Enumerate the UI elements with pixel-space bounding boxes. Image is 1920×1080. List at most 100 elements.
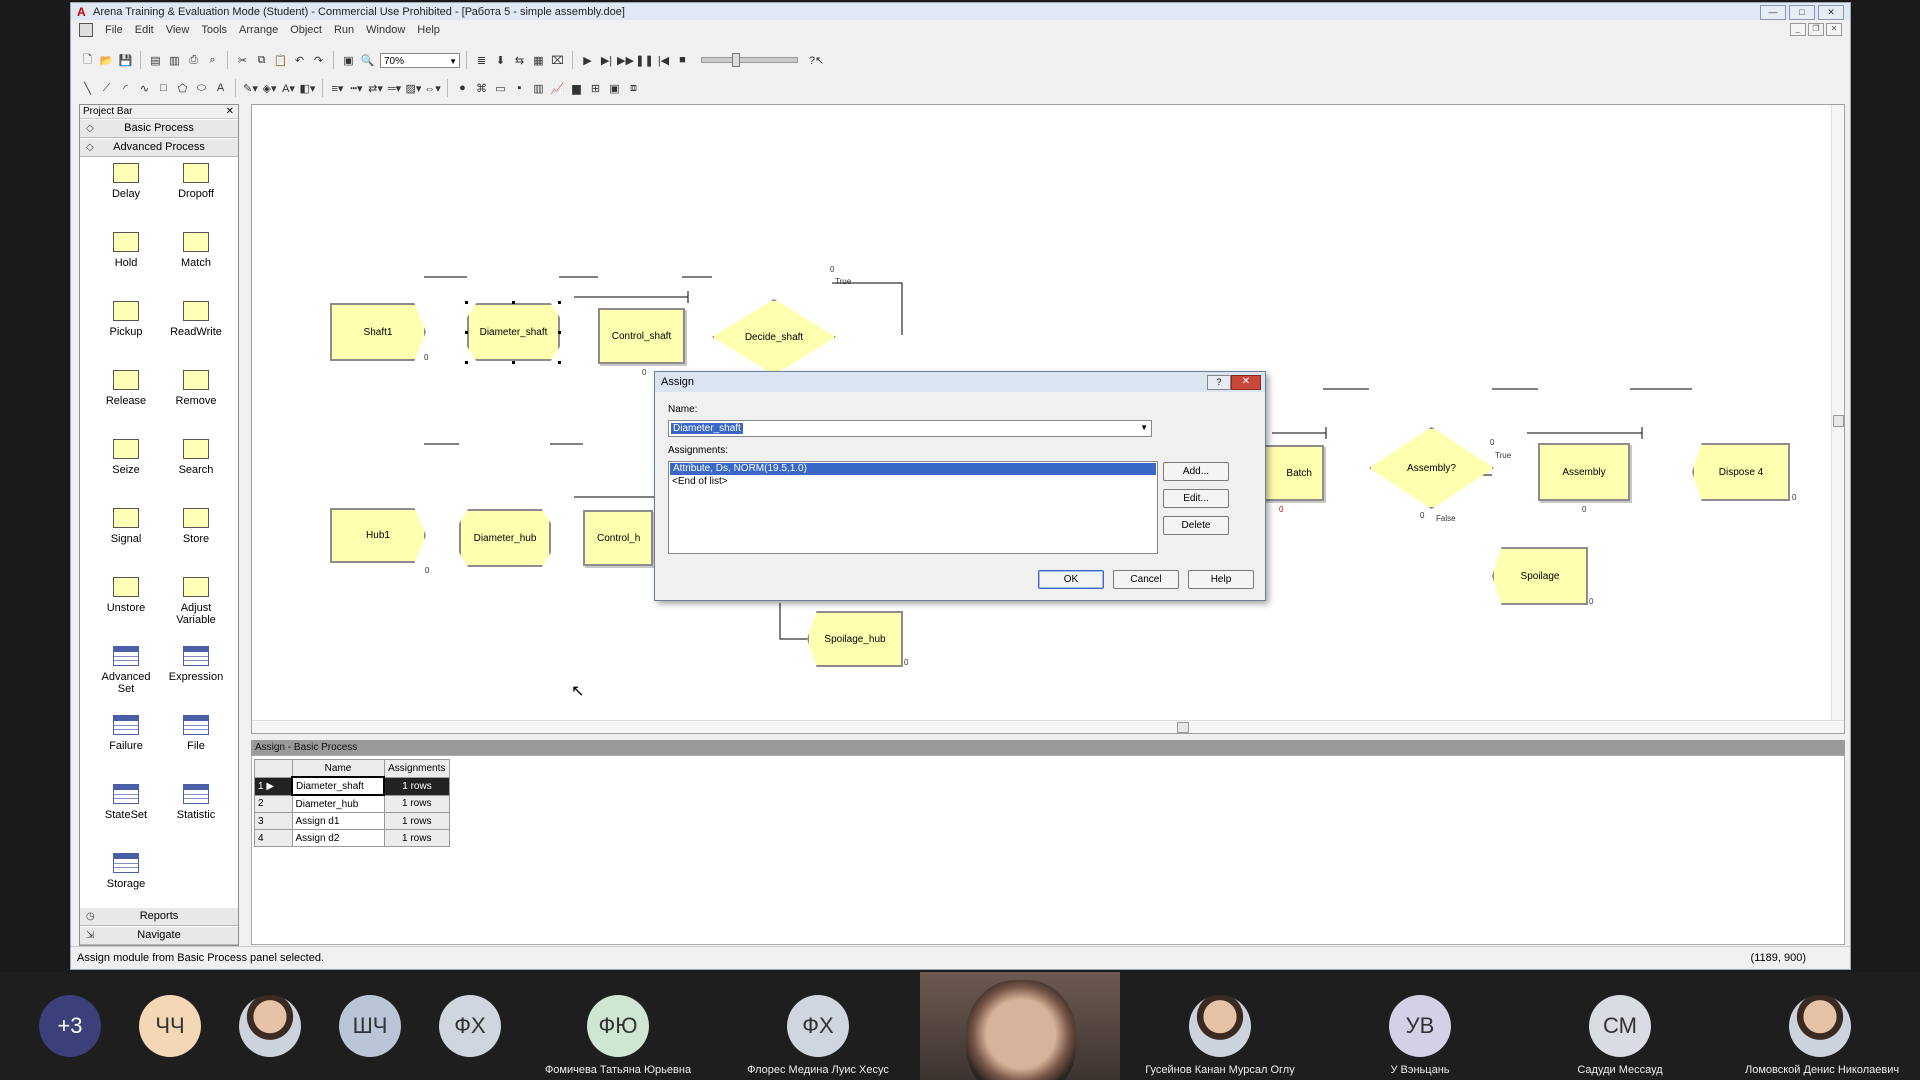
module-expression[interactable]: Expression — [162, 646, 230, 715]
assignments-cell[interactable]: 1 rows — [383, 812, 450, 830]
minimize-button[interactable]: — — [1760, 5, 1786, 20]
histogram-icon[interactable]: ▆ — [568, 80, 585, 97]
print-icon[interactable]: ⎙ — [185, 52, 202, 69]
menu-arrange[interactable]: Arrange — [233, 24, 284, 36]
panel-advanced-process[interactable]: ◇ Advanced Process — [80, 138, 238, 157]
canvas-vertical-scrollbar[interactable] — [1831, 105, 1844, 733]
save-icon[interactable]: 💾 — [117, 52, 134, 69]
arrow-down-icon[interactable]: ⬇ — [492, 52, 509, 69]
close-icon[interactable]: ✕ — [226, 105, 234, 118]
selection-handle[interactable] — [512, 361, 515, 364]
text-icon[interactable]: A — [212, 80, 229, 97]
selection-handle[interactable] — [558, 331, 561, 334]
menu-edit[interactable]: Edit — [129, 24, 160, 36]
context-help-icon[interactable]: ?↖ — [808, 52, 825, 69]
module-readwrite[interactable]: ReadWrite — [162, 301, 230, 370]
menu-run[interactable]: Run — [328, 24, 360, 36]
node-spoilage[interactable]: Spoilage — [1492, 547, 1588, 605]
participant-avatar[interactable]: ЧЧ — [139, 995, 201, 1057]
node-control-hub[interactable]: Control_h — [583, 510, 653, 566]
menu-view[interactable]: View — [160, 24, 196, 36]
assignments-cell[interactable]: 1 rows — [383, 794, 450, 813]
name-cell[interactable]: Diameter_shaft — [291, 776, 385, 796]
line-style-icon[interactable]: ┅▾ — [348, 80, 365, 97]
assignments-cell[interactable]: 1 rows — [383, 829, 450, 847]
open-icon[interactable]: 📂 — [98, 52, 115, 69]
fast-forward-icon[interactable]: ▶▶ — [617, 52, 634, 69]
zoom-icon[interactable]: 🔍 — [359, 52, 376, 69]
step-icon[interactable]: ▶| — [598, 52, 615, 69]
table-row[interactable]: 2 Diameter_hub 1 rows — [254, 794, 450, 813]
selection-handle[interactable] — [465, 361, 468, 364]
slider-thumb[interactable] — [732, 53, 740, 67]
mdi-close-button[interactable]: ✕ — [1826, 23, 1842, 36]
resource-icon[interactable]: ▣ — [606, 80, 623, 97]
arc-icon[interactable]: ◜ — [117, 80, 134, 97]
participant-photo-avatar[interactable] — [1189, 995, 1251, 1057]
background-color-icon[interactable]: ◧▾ — [299, 80, 316, 97]
module-statistic[interactable]: Statistic — [162, 784, 230, 853]
plot-icon[interactable]: ⊞ — [587, 80, 604, 97]
module-seize[interactable]: Seize — [92, 439, 160, 508]
pause-icon[interactable]: ❚❚ — [635, 52, 653, 69]
module-store[interactable]: Store — [162, 508, 230, 577]
template-detach-icon[interactable]: ▥ — [166, 52, 183, 69]
print-preview-icon[interactable]: ⌕ — [204, 52, 221, 69]
box-icon[interactable]: □ — [155, 80, 172, 97]
polygon-icon[interactable]: ⬠ — [174, 80, 191, 97]
fill-color-icon[interactable]: ◈▾ — [261, 80, 278, 97]
module-file[interactable]: File — [162, 715, 230, 784]
arrow-style-icon[interactable]: ⇄▾ — [367, 80, 384, 97]
delete-button[interactable]: Delete — [1163, 516, 1229, 535]
global-icon[interactable]: ⧈ — [625, 80, 642, 97]
submodel-icon[interactable]: ⌧ — [549, 52, 566, 69]
participant-photo-avatar[interactable] — [1789, 995, 1851, 1057]
animation-speed-slider[interactable] — [701, 53, 798, 67]
module-signal[interactable]: Signal — [92, 508, 160, 577]
maximize-button[interactable]: □ — [1789, 5, 1815, 20]
name-cell[interactable]: Assign d1 — [291, 812, 385, 830]
mdi-minimize-button[interactable]: _ — [1790, 23, 1806, 36]
name-cell[interactable]: Diameter_hub — [291, 794, 385, 813]
date-icon[interactable]: ▪ — [511, 80, 528, 97]
panel-reports[interactable]: ◷ Reports — [80, 907, 238, 926]
dialog-close-button[interactable]: ✕ — [1231, 375, 1261, 390]
node-diameter-shaft[interactable]: Diameter_shaft — [467, 303, 560, 361]
close-window-button[interactable]: ✕ — [1818, 5, 1844, 20]
participant-avatar[interactable]: +3 — [39, 995, 101, 1057]
list-item[interactable]: <End of list> — [669, 476, 1157, 488]
participant-photo-avatar[interactable] — [239, 995, 301, 1057]
menu-object[interactable]: Object — [284, 24, 328, 36]
module-pickup[interactable]: Pickup — [92, 301, 160, 370]
queue-icon[interactable]: ● — [454, 80, 471, 97]
rewind-icon[interactable]: |◀ — [655, 52, 672, 69]
redo-icon[interactable]: ↷ — [310, 52, 327, 69]
table-row[interactable]: 1 ▶ Diameter_shaft 1 rows — [254, 776, 450, 796]
level-icon[interactable]: 📈 — [549, 80, 566, 97]
layers-stack-icon[interactable]: ≣ — [473, 52, 490, 69]
node-assembly[interactable]: Assembly — [1538, 443, 1630, 501]
ellipse-icon[interactable]: ⬭ — [193, 80, 210, 97]
row-number-cell[interactable]: 2 — [254, 794, 293, 813]
template-attach-icon[interactable]: ▤ — [147, 52, 164, 69]
module-hold[interactable]: Hold — [92, 232, 160, 301]
layers-icon[interactable]: ▣ — [340, 52, 357, 69]
participant-avatar[interactable]: ФХ — [439, 995, 501, 1057]
participant-avatar[interactable]: СМ — [1589, 995, 1651, 1057]
table-row[interactable]: 4 Assign d2 1 rows — [254, 829, 450, 847]
selection-handle[interactable] — [558, 301, 561, 304]
column-header-assignments[interactable]: Assignments — [383, 759, 450, 778]
selection-handle[interactable] — [465, 301, 468, 304]
module-adjust-variable[interactable]: Adjust Variable — [162, 577, 230, 646]
node-spoilage-hub[interactable]: Spoilage_hub — [807, 611, 903, 667]
help-button[interactable]: Help — [1188, 570, 1254, 589]
participant-avatar[interactable]: УВ — [1389, 995, 1451, 1057]
module-delay[interactable]: Delay — [92, 163, 160, 232]
module-release[interactable]: Release — [92, 370, 160, 439]
module-failure[interactable]: Failure — [92, 715, 160, 784]
variable-icon[interactable]: ▥ — [530, 80, 547, 97]
cut-icon[interactable]: ✂ — [234, 52, 251, 69]
connect-icon[interactable]: ⇆ — [511, 52, 528, 69]
menu-file[interactable]: File — [99, 24, 129, 36]
clock-icon[interactable]: ▭ — [492, 80, 509, 97]
